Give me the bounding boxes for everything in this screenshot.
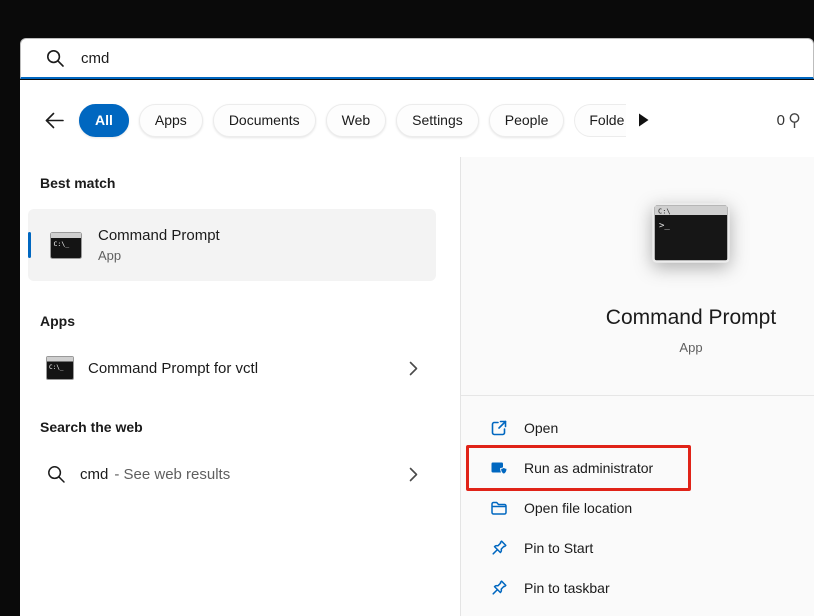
result-title: Command Prompt [98, 227, 220, 244]
results-panel: Best match C:\_ Command Prompt App [20, 157, 460, 616]
action-label: Run as administrator [524, 460, 653, 476]
filter-tab-all[interactable]: All [79, 104, 129, 137]
folder-icon [489, 498, 509, 518]
pin-icon [489, 538, 509, 558]
action-run-as-administrator[interactable]: Run as administrator [489, 448, 667, 488]
svg-text:>_: >_ [659, 221, 670, 231]
action-label: Pin to taskbar [524, 580, 610, 596]
preview-subtitle: App [679, 340, 702, 355]
filter-tab-folders[interactable]: Folde [574, 104, 626, 137]
svg-text:C:\_: C:\_ [54, 240, 70, 248]
admin-shield-icon [489, 458, 509, 478]
back-arrow-icon [42, 109, 65, 132]
more-filters-button[interactable] [636, 111, 651, 129]
results-panels: Best match C:\_ Command Prompt App [20, 157, 814, 616]
preview-panel: C:\ >_ Command Prompt App [460, 157, 814, 616]
command-prompt-icon: C:\_ [46, 356, 74, 380]
app-result-label: Command Prompt for vctl [88, 360, 258, 377]
section-heading-best-match: Best match [40, 175, 460, 191]
filter-tab-apps[interactable]: Apps [139, 104, 203, 137]
app-result-item[interactable]: C:\_ Command Prompt for vctl [28, 345, 430, 391]
action-pin-to-taskbar[interactable]: Pin to taskbar [489, 568, 624, 608]
action-open[interactable]: Open [489, 408, 572, 448]
open-external-icon [489, 418, 509, 438]
search-query: cmd [81, 50, 109, 67]
pin-icon [489, 578, 509, 598]
filter-tab-web[interactable]: Web [326, 104, 387, 137]
filter-tab-people[interactable]: People [489, 104, 565, 137]
search-input[interactable]: cmd [20, 38, 814, 79]
chevron-right-icon [409, 467, 418, 482]
selection-accent-bar [28, 232, 31, 258]
action-list: Open Run as administrator [461, 395, 814, 608]
web-result-detail: - See web results [114, 466, 230, 483]
section-heading-web: Search the web [40, 419, 460, 435]
indicator-icon [788, 112, 801, 129]
action-label: Open [524, 420, 558, 436]
best-match-text: Command Prompt App [98, 227, 220, 263]
action-pin-to-start[interactable]: Pin to Start [489, 528, 607, 568]
chevron-right-icon [409, 361, 418, 376]
section-heading-apps: Apps [40, 313, 460, 329]
svg-text:C:\_: C:\_ [49, 364, 64, 371]
overlay-counter: 0 [777, 112, 806, 129]
result-subtitle: App [98, 248, 220, 263]
search-results-area: All Apps Documents Web Settings People F… [20, 80, 814, 616]
highlight-box: Run as administrator [466, 445, 691, 491]
action-open-file-location[interactable]: Open file location [489, 488, 646, 528]
action-label: Pin to Start [524, 540, 593, 556]
svg-text:C:\: C:\ [658, 208, 671, 216]
best-match-item[interactable]: C:\_ Command Prompt App [28, 209, 436, 281]
filter-tab-settings[interactable]: Settings [396, 104, 479, 137]
command-prompt-icon-large: C:\ >_ [652, 203, 730, 268]
search-icon [46, 464, 66, 484]
preview-title: Command Prompt [606, 306, 776, 330]
command-prompt-icon: C:\_ [50, 232, 82, 259]
play-triangle-icon [638, 113, 649, 127]
action-label: Open file location [524, 500, 632, 516]
web-result-item[interactable]: cmd - See web results [28, 451, 430, 497]
back-button[interactable] [42, 109, 69, 132]
filter-tab-documents[interactable]: Documents [213, 104, 316, 137]
web-result-query: cmd [80, 466, 108, 483]
filter-bar: All Apps Documents Web Settings People F… [20, 103, 814, 137]
counter-value: 0 [777, 112, 785, 129]
search-icon [45, 48, 65, 68]
